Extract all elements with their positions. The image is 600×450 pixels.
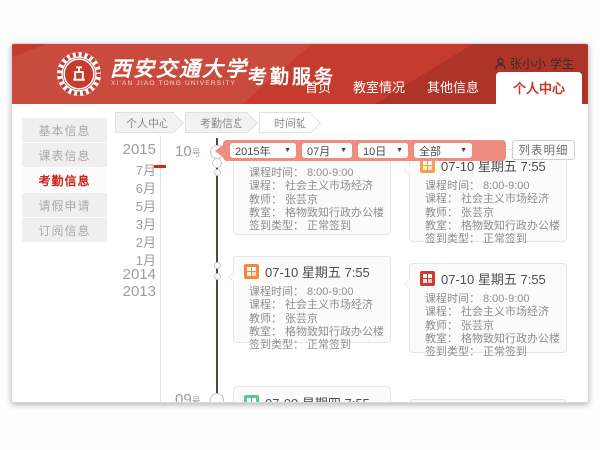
scope-dropdown[interactable]: 全部 ▼ xyxy=(414,143,472,158)
attendance-card: 07-09 星期四 7:55 xyxy=(233,386,391,403)
timeline-node-event xyxy=(214,273,221,280)
current-month-marker xyxy=(154,165,166,168)
calendar-green-icon xyxy=(244,395,259,403)
main-nav: 首页 教室情况 其他信息 个人中心 xyxy=(294,72,582,104)
card-title: 07-09 星期四 7:55 xyxy=(244,393,380,403)
app-header: 西安交通大学 XI'AN JIAO TONG UNIVERSITY 考勤服务 张… xyxy=(12,44,588,104)
user-icon xyxy=(495,58,506,70)
timeline-month-6[interactable]: 6月 xyxy=(72,178,156,197)
nav-item-other-info[interactable]: 其他信息 xyxy=(416,72,490,104)
chevron-down-icon: ▼ xyxy=(340,147,347,154)
attendance-card: 07-10 星期五 7:55 课程时间：8:00-9:00 课程：社会主义市场经… xyxy=(409,263,567,353)
timeline-node-event xyxy=(214,169,221,176)
timeline-month-5[interactable]: 5月 xyxy=(72,196,156,215)
chevron-down-icon: ▼ xyxy=(460,147,467,154)
month-axis-line xyxy=(160,136,161,403)
attendance-card: 07-10 星期五 7:55 课程时间：8:00-9:00 课程：社会主义市场经… xyxy=(233,256,391,343)
user-name: 张小小 xyxy=(510,55,546,72)
day-axis-line xyxy=(216,138,218,403)
nav-item-home[interactable]: 首页 xyxy=(294,72,342,104)
timeline-month-7[interactable]: 7月 xyxy=(72,160,156,179)
year-dropdown[interactable]: 2015年 ▼ xyxy=(230,143,296,158)
breadcrumb: 个人中心 考勤信息 时间轴 xyxy=(115,112,322,133)
attendance-card xyxy=(409,399,567,403)
chevron-down-icon: ▼ xyxy=(284,147,291,154)
timeline-year-2015[interactable]: 2015 xyxy=(72,141,156,158)
attendance-app-window: 西安交通大学 XI'AN JIAO TONG UNIVERSITY 考勤服务 张… xyxy=(11,43,589,403)
university-name-en: XI'AN JIAO TONG UNIVERSITY xyxy=(111,80,236,87)
timeline-node-day09-large xyxy=(210,393,224,403)
day-label-09: 09号 xyxy=(175,391,201,403)
nav-item-classrooms[interactable]: 教室情况 xyxy=(342,72,416,104)
attendance-card: 07-10 星期五 7:55 课程时间：8:00-9:00 课程：社会主义市场经… xyxy=(409,149,567,242)
list-detail-button[interactable]: 列表明细 xyxy=(512,140,575,160)
university-logo-icon xyxy=(56,51,102,97)
card-title: 07-10 星期五 7:55 xyxy=(244,262,380,281)
sidebar-item-basic-info[interactable]: 基本信息 xyxy=(22,118,107,142)
timeline-year-2014[interactable]: 2014 xyxy=(72,266,156,283)
university-name-zh: 西安交通大学 xyxy=(110,53,248,83)
month-dropdown[interactable]: 07月 ▼ xyxy=(302,143,352,158)
card-title: 07-10 星期五 7:55 xyxy=(420,269,556,288)
timeline-month-2[interactable]: 2月 xyxy=(72,232,156,251)
calendar-red-icon xyxy=(420,271,435,286)
user-role: 学生 xyxy=(550,55,574,72)
timeline-year-2013[interactable]: 2013 xyxy=(72,283,156,300)
day-dropdown[interactable]: 10日 ▼ xyxy=(358,143,408,158)
timeline-month-3[interactable]: 3月 xyxy=(72,214,156,233)
date-filter-bar: 2015年 ▼ 07月 ▼ 10日 ▼ 全部 ▼ xyxy=(223,140,506,161)
page-background: 西安交通大学 XI'AN JIAO TONG UNIVERSITY 考勤服务 张… xyxy=(0,0,600,450)
timeline-node-day10-small xyxy=(212,158,222,168)
breadcrumb-timeline[interactable]: 时间轴 xyxy=(259,112,311,133)
user-info[interactable]: 张小小 学生 xyxy=(495,55,574,72)
nav-item-personal-center[interactable]: 个人中心 xyxy=(496,72,582,104)
day-label-10: 10号 xyxy=(175,143,201,160)
breadcrumb-attendance[interactable]: 考勤信息 xyxy=(185,112,248,133)
timeline-node-event xyxy=(214,262,221,269)
calendar-orange-icon xyxy=(244,264,259,279)
attendance-card: 课程时间：8:00-9:00 课程：社会主义市场经济 教师：张芸京 教室：格物致… xyxy=(233,151,391,235)
breadcrumb-personal-center[interactable]: 个人中心 xyxy=(115,112,174,133)
chevron-down-icon: ▼ xyxy=(396,147,403,154)
